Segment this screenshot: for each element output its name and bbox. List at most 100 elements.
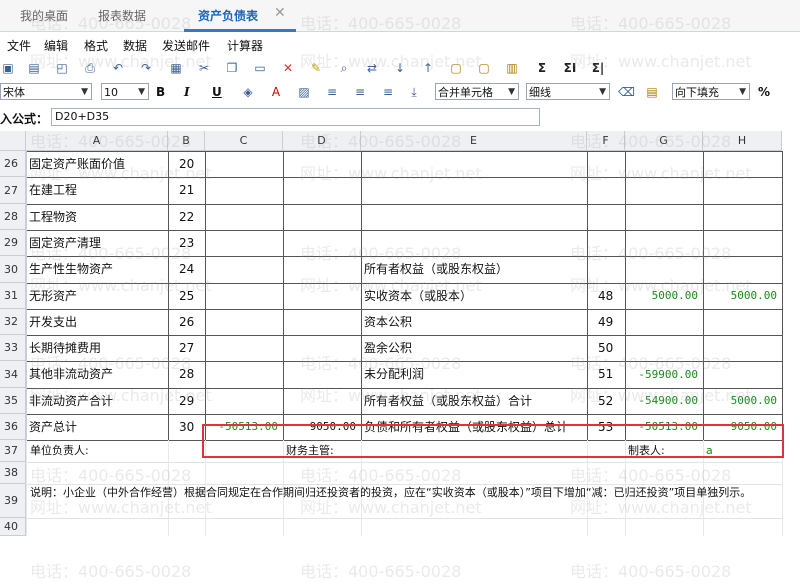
cell-h-31[interactable]: 5000.00: [706, 283, 781, 309]
cell-b-26[interactable]: 20: [171, 151, 204, 177]
menu-edit[interactable]: 编辑: [44, 37, 68, 54]
cell-e-29[interactable]: [364, 230, 586, 256]
cell-f-32[interactable]: 49: [590, 309, 624, 335]
cell-h-27[interactable]: [706, 177, 781, 204]
font-color-icon[interactable]: A: [268, 84, 284, 100]
cell-g-31[interactable]: 5000.00: [628, 283, 702, 309]
cell-e-32[interactable]: 资本公积: [364, 309, 586, 335]
delete-icon[interactable]: ✕: [280, 60, 296, 76]
font-family-select[interactable]: 宋体 ▼: [0, 83, 92, 100]
cell-c-27[interactable]: [208, 177, 282, 204]
cell-b-33[interactable]: 27: [171, 335, 204, 361]
cell-f-31[interactable]: 48: [590, 283, 624, 309]
underline-button[interactable]: U: [212, 85, 222, 99]
sum-icon[interactable]: Σ: [534, 60, 550, 76]
menu-file[interactable]: 文件: [7, 37, 31, 54]
copy-icon[interactable]: ❐: [224, 60, 240, 76]
paste-icon[interactable]: ▭: [252, 60, 268, 76]
cell-h-26[interactable]: [706, 151, 781, 177]
column-header-c[interactable]: C: [205, 131, 283, 151]
cell-b-31[interactable]: 25: [171, 283, 204, 309]
cell-props-icon[interactable]: ▤: [644, 84, 660, 100]
cell-h-29[interactable]: [706, 230, 781, 256]
cell-a-30[interactable]: 生产性生物资产: [29, 256, 167, 283]
sort-desc-icon[interactable]: ↑: [420, 60, 436, 76]
cell-f-26[interactable]: [590, 151, 624, 177]
cell-c-35[interactable]: [208, 388, 282, 414]
cell-a-31[interactable]: 无形资产: [29, 283, 167, 309]
save-as-icon[interactable]: ▤: [26, 60, 42, 76]
cell-h-34[interactable]: [706, 361, 781, 388]
cell-f-29[interactable]: [590, 230, 624, 256]
cell-d-34[interactable]: [286, 361, 360, 388]
sum-row-icon[interactable]: Σ|: [588, 60, 608, 76]
cell-h-32[interactable]: [706, 309, 781, 335]
undo-icon[interactable]: ↶: [110, 60, 126, 76]
cell-a-33[interactable]: 长期待摊费用: [29, 335, 167, 361]
formula-input[interactable]: D20+D35: [51, 108, 540, 126]
cell-c-34[interactable]: [208, 361, 282, 388]
cell-a-32[interactable]: 开发支出: [29, 309, 167, 335]
cell-b-36[interactable]: 30: [171, 414, 204, 440]
column-header-h[interactable]: H: [703, 131, 782, 151]
wrap-icon[interactable]: ⤓: [406, 84, 422, 100]
cell-d-31[interactable]: [286, 283, 360, 309]
tab-my-desktop[interactable]: 我的桌面: [20, 7, 68, 24]
cut-icon[interactable]: ✂: [196, 60, 212, 76]
unlock-icon[interactable]: ▢: [476, 60, 492, 76]
cell-b-30[interactable]: 24: [171, 256, 204, 283]
row-header[interactable]: 39: [0, 484, 26, 518]
cell-g-28[interactable]: [628, 204, 702, 230]
cell-a-34[interactable]: 其他非流动资产: [29, 361, 167, 388]
row-header[interactable]: 27: [0, 177, 26, 204]
row-header[interactable]: 35: [0, 388, 26, 414]
row-header[interactable]: 32: [0, 309, 26, 335]
cell-d-26[interactable]: [286, 151, 360, 177]
cell-a-28[interactable]: 工程物资: [29, 204, 167, 230]
cell-b-35[interactable]: 29: [171, 388, 204, 414]
bold-button[interactable]: B: [156, 85, 165, 99]
cell-g-34[interactable]: -59900.00: [628, 361, 702, 388]
cell-c-32[interactable]: [208, 309, 282, 335]
italic-button[interactable]: I: [184, 85, 190, 99]
column-header-a[interactable]: A: [26, 131, 168, 151]
align-center-icon[interactable]: ≡: [352, 84, 368, 100]
row-header[interactable]: 34: [0, 361, 26, 388]
cell-b-34[interactable]: 28: [171, 361, 204, 388]
cell-a-29[interactable]: 固定资产清理: [29, 230, 167, 256]
sum-column-icon[interactable]: ΣI: [560, 60, 580, 76]
cell-d-35[interactable]: [286, 388, 360, 414]
cell-g-26[interactable]: [628, 151, 702, 177]
select-all-corner[interactable]: [0, 131, 26, 151]
cell-e-30[interactable]: 所有者权益（或股东权益）: [364, 256, 586, 283]
percent-button[interactable]: %: [758, 85, 770, 99]
cell-h-33[interactable]: [706, 335, 781, 361]
cell-f-27[interactable]: [590, 177, 624, 204]
cell-h-35[interactable]: 5000.00: [706, 388, 781, 414]
row-header[interactable]: 38: [0, 462, 26, 484]
cell-g-33[interactable]: [628, 335, 702, 361]
cell-f-35[interactable]: 52: [590, 388, 624, 414]
column-header-f[interactable]: F: [587, 131, 625, 151]
cell-h-30[interactable]: [706, 256, 781, 283]
row-header[interactable]: 40: [0, 518, 26, 536]
cell-c-29[interactable]: [208, 230, 282, 256]
lock-icon[interactable]: ▢: [448, 60, 464, 76]
cell-format-icon[interactable]: ▨: [296, 84, 312, 100]
tab-report-data[interactable]: 报表数据: [98, 7, 146, 24]
cell-c-31[interactable]: [208, 283, 282, 309]
font-size-select[interactable]: 10 ▼: [101, 83, 149, 100]
row-header[interactable]: 26: [0, 151, 26, 177]
close-icon[interactable]: ✕: [274, 5, 286, 21]
cell-d-28[interactable]: [286, 204, 360, 230]
cell-a-35[interactable]: 非流动资产合计: [29, 388, 167, 414]
cell-a-36[interactable]: 资产总计: [29, 414, 167, 440]
cell-e-26[interactable]: [364, 151, 586, 177]
cell-d-27[interactable]: [286, 177, 360, 204]
cell-c-26[interactable]: [208, 151, 282, 177]
tab-balance-sheet[interactable]: 资产负债表: [198, 7, 258, 24]
cell-g-27[interactable]: [628, 177, 702, 204]
cell-b-28[interactable]: 22: [171, 204, 204, 230]
align-right-icon[interactable]: ≡: [380, 84, 396, 100]
cell-f-33[interactable]: 50: [590, 335, 624, 361]
